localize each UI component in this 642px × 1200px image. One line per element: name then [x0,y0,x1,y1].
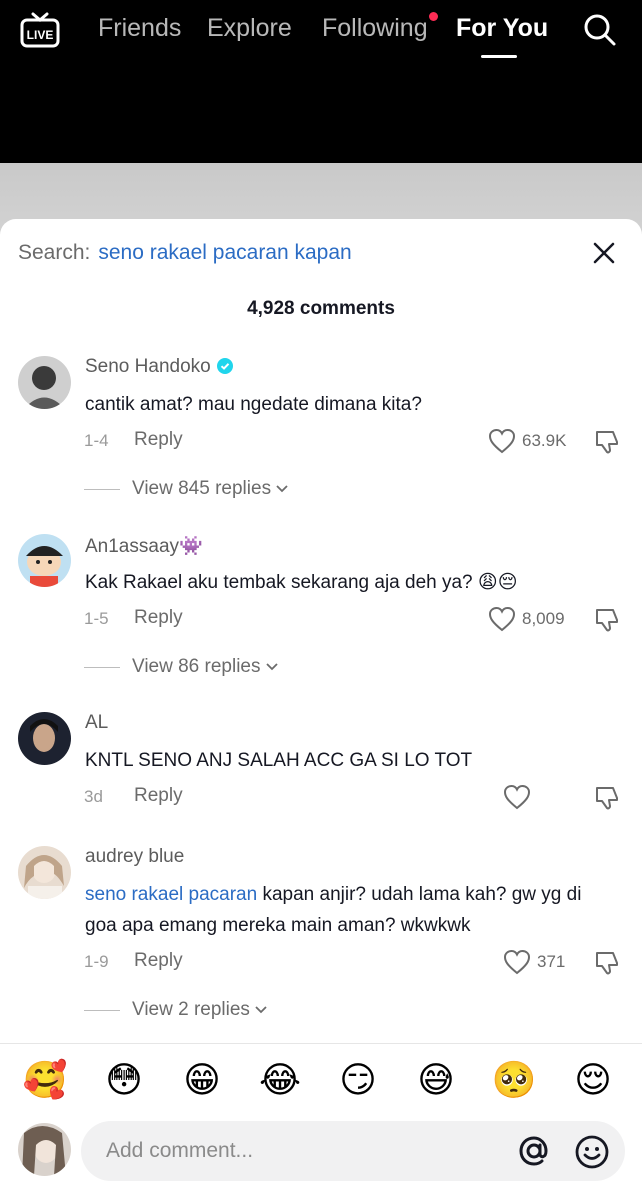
chevron-down-icon [276,485,288,493]
like-count: 63.9K [522,431,567,450]
emoji-button[interactable]: 😌 [569,1057,617,1105]
close-icon[interactable] [590,239,618,267]
like-button[interactable]: 8,009 [488,605,565,633]
chevron-down-icon [255,1006,267,1014]
emoji-button[interactable]: 😏 [334,1057,382,1105]
comment-text: seno rakael pacaran kapan anjir? udah la… [85,879,615,941]
like-count: 371 [537,952,566,971]
live-icon[interactable]: LIVE [20,12,60,48]
emoji-button[interactable]: 😁 [178,1057,226,1105]
dislike-icon[interactable] [593,428,621,456]
emoji-button[interactable]: 😂 [256,1057,304,1105]
heart-icon [503,949,531,975]
comment-date: 1-5 [84,609,109,628]
dislike-icon[interactable] [593,606,621,634]
tab-for-you[interactable]: For You [456,14,548,43]
reply-button[interactable]: Reply [134,429,183,451]
emoji-picker-icon[interactable] [574,1134,610,1170]
emoji-button[interactable]: 🥺 [490,1057,538,1105]
username[interactable]: Seno Handoko [85,356,233,378]
view-replies-button[interactable]: View 2 replies [84,999,268,1021]
divider-line [84,666,120,668]
verified-badge-icon [216,358,233,374]
chevron-down-icon [265,663,278,671]
view-replies-label: View 845 replies [132,478,272,499]
view-replies-label: View 2 replies [132,999,250,1020]
like-button[interactable]: 63.9K [488,427,566,455]
emoji-bar-divider [0,1043,642,1044]
username[interactable]: audrey blue [85,846,184,868]
emoji-button[interactable]: 🥰 [21,1057,69,1105]
view-replies-button[interactable]: View 86 replies [84,656,279,678]
comment-text: cantik amat? mau ngedate dimana kita? [85,394,422,415]
like-count: 8,009 [522,609,565,628]
comment-text: Kak Rakael aku tembak sekarang aja deh y… [85,572,518,593]
my-avatar[interactable] [18,1123,71,1176]
tab-friends[interactable]: Friends [98,14,181,43]
dislike-icon[interactable] [593,784,621,812]
avatar[interactable] [18,846,71,899]
avatar[interactable] [18,356,71,409]
heart-icon [503,784,531,810]
divider-line [84,488,120,490]
comment-date: 1-9 [84,952,109,971]
reply-button[interactable]: Reply [134,785,183,807]
notification-dot [429,12,438,21]
comments-sheet: Search: seno rakael pacaran kapan 4,928 c… [0,219,642,1200]
username-text: Seno Handoko [85,356,211,377]
reply-button[interactable]: Reply [134,607,183,629]
like-button[interactable]: 371 [503,948,565,976]
comment-date: 1-4 [84,431,109,450]
mention-at-icon[interactable] [517,1134,551,1168]
tab-explore[interactable]: Explore [207,14,292,43]
like-button[interactable] [503,783,531,811]
emoji-quick-bar: 🥰 😳 😁 😂 😏 😅 🥺 😌 [0,1057,642,1105]
comment-count: 4,928 comments [247,298,395,319]
view-replies-button[interactable]: View 845 replies [84,478,289,500]
live-label: LIVE [27,28,54,42]
emoji-button[interactable]: 😳 [100,1057,148,1105]
divider-line [84,1009,120,1011]
mention-link[interactable]: seno rakael pacaran [85,884,257,905]
tab-following[interactable]: Following [322,14,428,43]
active-tab-indicator [481,55,517,58]
search-label: Search: [18,241,91,264]
search-query-link[interactable]: seno rakael pacaran kapan [98,241,351,264]
comment-date: 3d [84,787,103,806]
comment-text: KNTL SENO ANJ SALAH ACC GA SI LO TOT [85,750,473,771]
username[interactable]: AL [85,712,108,734]
avatar[interactable] [18,712,71,765]
avatar[interactable] [18,534,71,587]
heart-icon [488,428,516,454]
reply-button[interactable]: Reply [134,950,183,972]
search-icon[interactable] [582,12,618,48]
emoji-button[interactable]: 😅 [412,1057,460,1105]
top-nav: LIVE Friends Explore Following For You [0,0,642,163]
dislike-icon[interactable] [593,949,621,977]
view-replies-label: View 86 replies [132,656,261,677]
username[interactable]: An1assaay👾 [85,534,203,558]
search-suggestion[interactable]: Search: seno rakael pacaran kapan [18,241,352,265]
heart-icon [488,606,516,632]
